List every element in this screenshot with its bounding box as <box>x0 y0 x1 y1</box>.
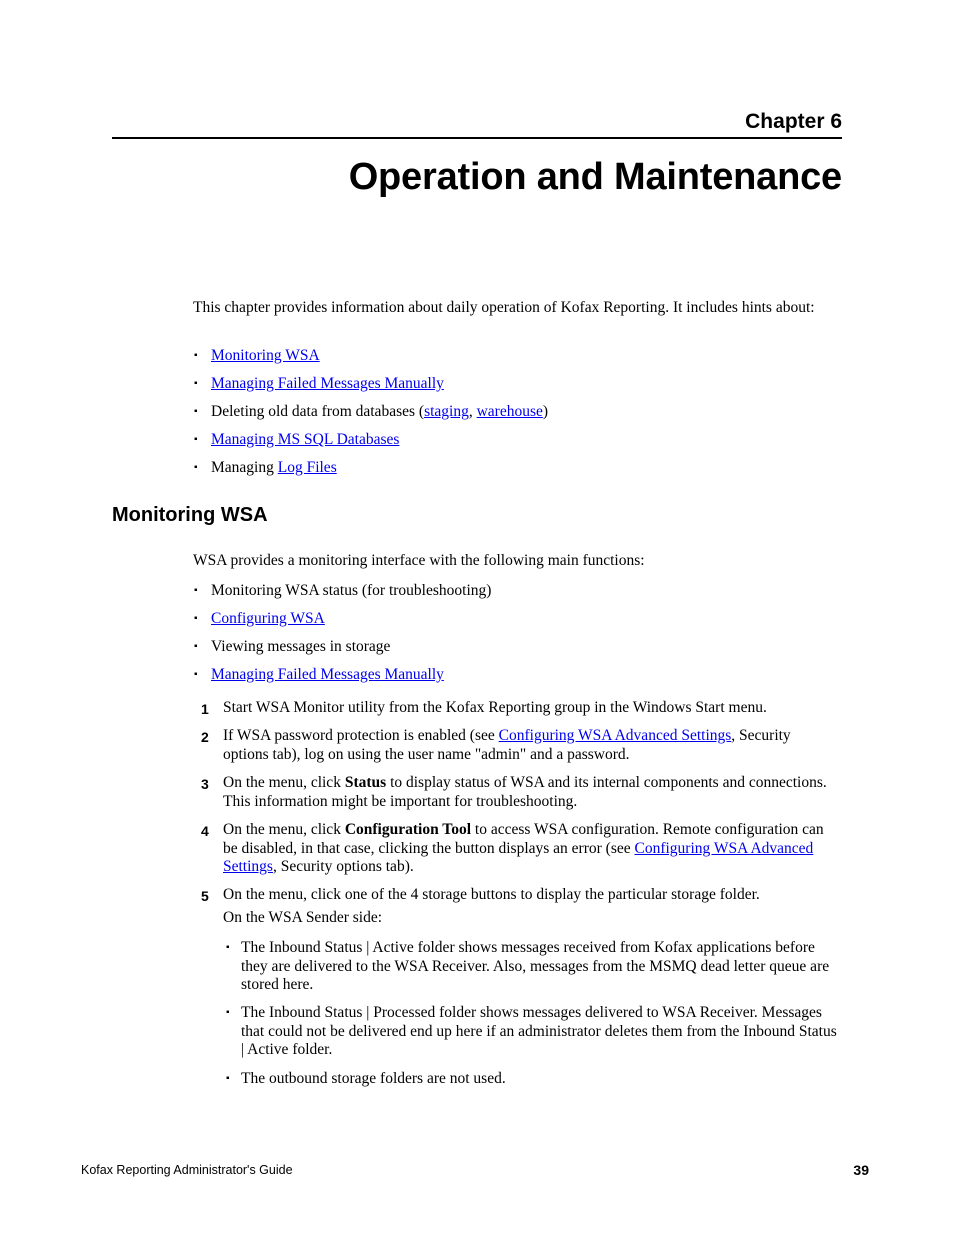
step-number: 5 <box>201 888 209 904</box>
footer-doc-title: Kofax Reporting Administrator's Guide <box>81 1163 293 1177</box>
link-managing-failed-messages-2[interactable]: Managing Failed Messages Manually <box>211 666 444 683</box>
bullet-icon: ▪ <box>226 942 230 953</box>
step-number: 1 <box>201 701 209 717</box>
intro-bullet-1: ▪ Monitoring WSA <box>194 347 320 366</box>
bullet-icon: ▪ <box>226 1073 230 1084</box>
section-bullet-4: ▪ Managing Failed Messages Manually <box>194 666 444 685</box>
section-intro: WSA provides a monitoring interface with… <box>193 552 645 569</box>
menu-item-configuration-tool: Configuration Tool <box>344 821 472 838</box>
link-warehouse[interactable]: warehouse <box>477 403 543 420</box>
bullet-icon: ▪ <box>194 462 198 473</box>
intro-bullet-5: ▪ Managing Log Files <box>194 459 337 478</box>
step-text: On the menu, click <box>223 774 345 791</box>
bullet-icon: ▪ <box>226 1007 230 1018</box>
step-text-suffix: , Security options tab). <box>272 858 414 875</box>
link-log-files[interactable]: Log Files <box>278 459 337 476</box>
sub-bullet-2: ▪ The Inbound Status | Processed folder … <box>226 1004 841 1060</box>
step-text: On the menu, click <box>223 821 345 838</box>
sub-bullet-text: The Inbound Status | Processed folder sh… <box>241 1004 837 1058</box>
chapter-divider <box>112 137 842 139</box>
bullet-text: Viewing messages in storage <box>211 638 391 655</box>
step-3: 3 On the menu, click Status to display s… <box>201 774 841 811</box>
link-staging[interactable]: staging <box>424 403 469 420</box>
step-2: 2 If WSA password protection is enabled … <box>201 727 841 764</box>
chapter-label: Chapter 6 <box>745 110 842 133</box>
intro-bullet-3: ▪ Deleting old data from databases (stag… <box>194 403 549 422</box>
page-title: Operation and Maintenance <box>348 156 843 198</box>
step-1: 1 Start WSA Monitor utility from the Kof… <box>201 699 841 718</box>
sub-bullet-1: ▪ The Inbound Status | Active folder sho… <box>226 939 841 995</box>
bullet-icon: ▪ <box>194 434 198 445</box>
step-number: 3 <box>201 776 209 792</box>
sub-bullet-3: ▪ The outbound storage folders are not u… <box>226 1070 841 1089</box>
menu-item-status: Status <box>344 774 387 791</box>
step-text: If WSA password protection is enabled (s… <box>223 727 499 744</box>
step-subtext: On the WSA Sender side: <box>223 908 383 926</box>
step-5: 5 On the menu, click one of the 4 storag… <box>201 886 841 927</box>
step-text: Start WSA Monitor utility from the Kofax… <box>223 699 767 716</box>
bullet-icon: ▪ <box>194 378 198 389</box>
step-text: On the menu, click one of the 4 storage … <box>223 886 760 903</box>
bullet-suffix: ) <box>542 403 549 420</box>
sub-bullet-text: The outbound storage folders are not use… <box>241 1070 506 1087</box>
section-heading: Monitoring WSA <box>112 504 268 526</box>
link-managing-ms-sql-databases[interactable]: Managing MS SQL Databases <box>211 431 399 448</box>
intro-paragraph: This chapter provides information about … <box>193 299 815 316</box>
bullet-icon: ▪ <box>194 669 198 680</box>
bullet-text: Monitoring WSA status (for troubleshooti… <box>211 582 492 599</box>
page-number: 39 <box>853 1162 869 1178</box>
step-4: 4 On the menu, click Configuration Tool … <box>201 821 841 877</box>
intro-bullet-4: ▪ Managing MS SQL Databases <box>194 431 399 450</box>
section-bullet-2: ▪ Configuring WSA <box>194 610 325 629</box>
sub-bullet-text: The Inbound Status | Active folder shows… <box>241 939 830 993</box>
link-managing-failed-messages[interactable]: Managing Failed Messages Manually <box>211 375 444 392</box>
bullet-text: Managing <box>211 459 278 476</box>
section-bullet-3: ▪ Viewing messages in storage <box>194 638 391 657</box>
link-configuring-wsa-advanced-settings[interactable]: Configuring WSA Advanced Settings <box>499 727 732 744</box>
bullet-icon: ▪ <box>194 585 198 596</box>
section-bullet-1: ▪ Monitoring WSA status (for troubleshoo… <box>194 582 492 601</box>
bullet-icon: ▪ <box>194 350 198 361</box>
bullet-icon: ▪ <box>194 641 198 652</box>
bullet-icon: ▪ <box>194 613 198 624</box>
link-configuring-wsa[interactable]: Configuring WSA <box>211 610 325 627</box>
intro-bullet-2: ▪ Managing Failed Messages Manually <box>194 375 444 394</box>
step-number: 4 <box>201 823 209 839</box>
bullet-separator: , <box>468 403 477 420</box>
bullet-text: Deleting old data from databases ( <box>211 403 425 420</box>
bullet-icon: ▪ <box>194 406 198 417</box>
link-monitoring-wsa[interactable]: Monitoring WSA <box>211 347 320 364</box>
step-number: 2 <box>201 729 209 745</box>
